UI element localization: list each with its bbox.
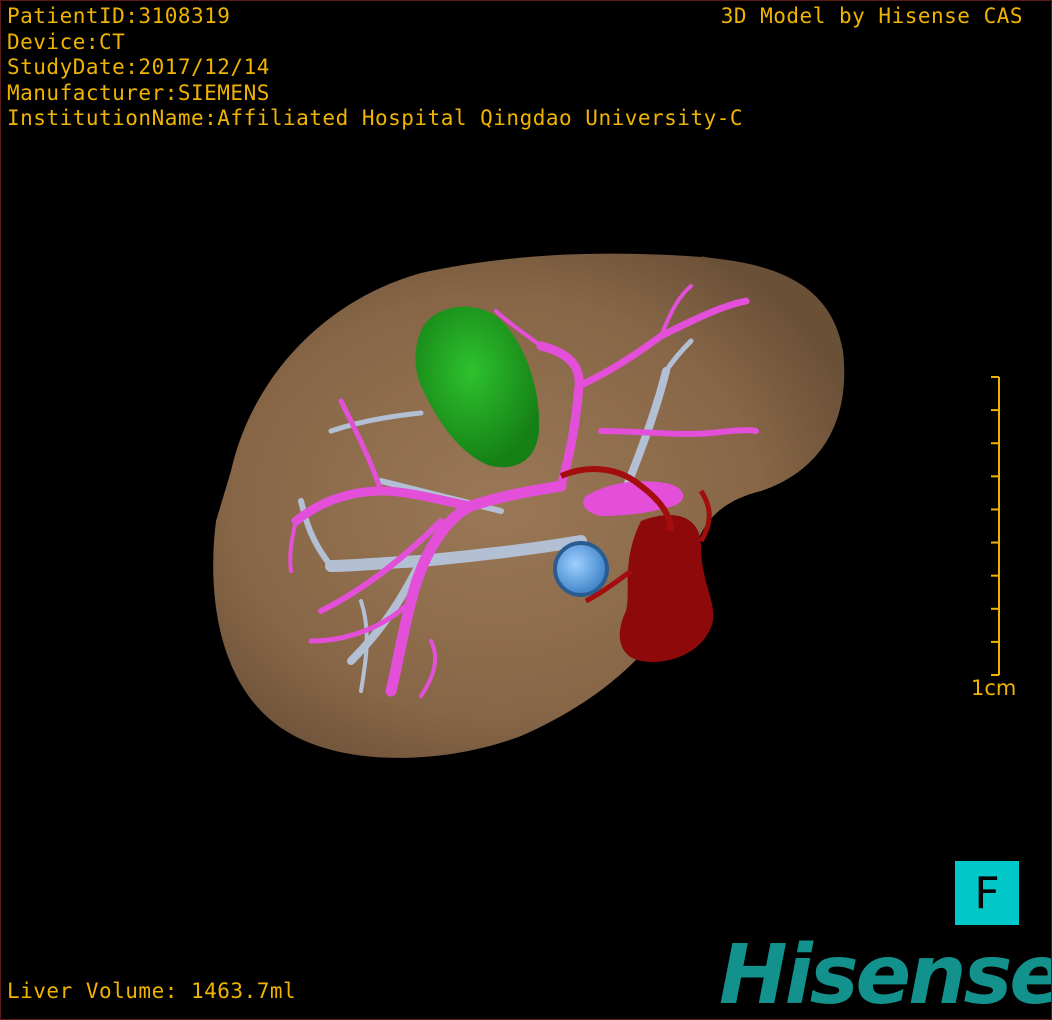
liver-volume: Liver Volume: 1463.7ml <box>7 979 297 1003</box>
view-orientation-badge[interactable]: F <box>955 861 1019 925</box>
patient-id: PatientID:3108319 <box>7 4 231 28</box>
study-date: StudyDate:2017/12/14 <box>7 55 270 79</box>
3d-viewport[interactable]: PatientID:3108319 Device:CT StudyDate:20… <box>0 0 1052 1020</box>
liver-surface <box>213 253 845 758</box>
scale-label: 1cm <box>971 676 1017 700</box>
model-credit: 3D Model by Hisense CAS <box>720 4 1023 28</box>
hisense-logo: Hisense <box>719 928 1052 1020</box>
scale-bar <box>991 376 1000 676</box>
device: Device:CT <box>7 29 126 54</box>
study-info: PatientID:3108319 Device:CT StudyDate:20… <box>7 4 743 132</box>
blue-marker <box>553 541 609 597</box>
liver-3d-model[interactable] <box>1 1 1052 1020</box>
manufacturer: Manufacturer:SIEMENS <box>7 80 270 105</box>
institution-name: InstitutionName:Affiliated Hospital Qing… <box>7 106 744 130</box>
